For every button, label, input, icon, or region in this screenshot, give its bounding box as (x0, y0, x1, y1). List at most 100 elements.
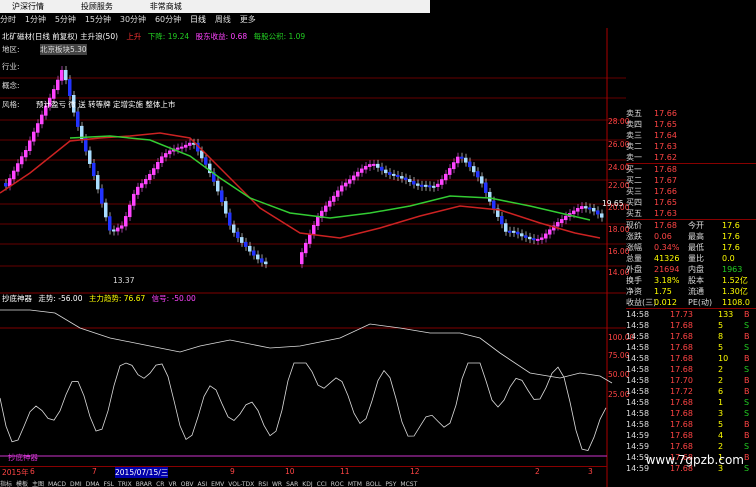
candle (492, 200, 496, 210)
quote-row: 买一 17.68 (626, 164, 756, 175)
candle (508, 230, 512, 233)
candle (324, 205, 328, 212)
tick-time: 14:58 (626, 398, 650, 407)
stat-value: 0.0 (722, 254, 735, 263)
stat-value: 17.6 (722, 243, 740, 252)
candle (216, 180, 220, 192)
candle (52, 89, 56, 99)
period-5min[interactable]: 5分钟 (55, 14, 76, 26)
bid-label: 买三 (626, 187, 642, 196)
indicator-tab[interactable]: FSL (104, 481, 115, 487)
indicator-tab[interactable]: CR (156, 481, 164, 487)
candle (252, 250, 256, 256)
quote-row: 14:58 17.68 10 B (626, 353, 756, 364)
tick-direction: S (744, 398, 750, 407)
candle (92, 162, 96, 177)
candle (488, 191, 492, 202)
tick-price: 17.68 (670, 365, 693, 374)
indicator-tab[interactable]: OBV (181, 481, 194, 487)
indicator-tab[interactable]: DMI (70, 481, 82, 487)
date-tick: 7 (92, 467, 97, 476)
candle (88, 150, 92, 164)
concept-label: 概念: (2, 81, 20, 90)
tick-volume: 10 (718, 354, 729, 363)
candle (392, 173, 396, 176)
menu-quotes[interactable]: 沪深行情 (12, 0, 44, 13)
stat-value: 0.34% (654, 243, 680, 252)
indicator-tab[interactable]: RSI (258, 481, 268, 487)
stat-value: 0.012 (654, 298, 677, 307)
indicator-tab[interactable]: DMA (86, 481, 100, 487)
ask-label: 卖三 (626, 131, 642, 140)
candle (600, 213, 604, 218)
indicator-tab[interactable]: KDJ (302, 481, 312, 487)
candle (56, 79, 60, 91)
period-more[interactable]: 更多 (240, 14, 256, 26)
candle (340, 185, 344, 192)
candle (596, 210, 600, 215)
quote-row: 14:58 17.70 2 B (626, 375, 756, 386)
period-daily[interactable]: 日线 (190, 14, 206, 26)
tick-time: 14:58 (626, 387, 650, 396)
period-15min[interactable]: 15分钟 (85, 14, 111, 26)
indicator-tab[interactable]: MTM (348, 481, 362, 487)
indicator-tab[interactable]: PSY (385, 481, 396, 487)
indicator-tab[interactable]: SAR (286, 481, 298, 487)
candle (468, 161, 472, 168)
tick-price: 17.68 (670, 431, 693, 440)
period-30min[interactable]: 30分钟 (120, 14, 146, 26)
candle (452, 162, 456, 170)
quote-row: 买三 17.66 (626, 186, 756, 197)
kline-chart[interactable] (0, 28, 626, 487)
quote-row: 收益(三) 0.012 PE(动) 1108.0 (626, 297, 756, 308)
period-weekly[interactable]: 周线 (215, 14, 231, 26)
indicator-tab[interactable]: VR (168, 481, 176, 487)
candle (64, 69, 68, 81)
candle (588, 207, 592, 210)
indicator-tab[interactable]: MCST (400, 481, 417, 487)
tick-direction: S (744, 343, 750, 352)
tick-direction: B (744, 332, 750, 341)
indicator-tab[interactable]: BRAR (136, 481, 152, 487)
candle (104, 202, 108, 218)
indicator-tab[interactable]: EMV (211, 481, 224, 487)
low-annotation: 13.37 (113, 276, 135, 285)
candle (380, 166, 384, 171)
period-60min[interactable]: 60分钟 (155, 14, 181, 26)
tick-time: 14:58 (626, 376, 650, 385)
indicator-tab[interactable]: ROC (331, 481, 344, 487)
candle (204, 157, 208, 165)
indicator-tab[interactable]: TRIX (118, 481, 132, 487)
top-menu-bar: 沪深行情 投顾服务 非常商城 (0, 0, 430, 13)
candle (404, 177, 408, 181)
period-1min[interactable]: 1分钟 (25, 14, 46, 26)
style-label: 风格: (2, 100, 20, 109)
menu-advisory[interactable]: 投顾服务 (81, 0, 113, 13)
indicator-tab[interactable]: 模板 (16, 481, 28, 487)
indicator-tab[interactable]: 指标 (0, 481, 12, 487)
indicator-tab[interactable]: MACD (48, 481, 66, 487)
stat-label: 总量 (626, 254, 642, 263)
candle (244, 241, 248, 247)
indicator-tab[interactable]: ASI (197, 481, 207, 487)
ask-price: 17.66 (654, 109, 677, 118)
menu-mall[interactable]: 非常商城 (150, 0, 182, 13)
tick-direction: B (744, 310, 750, 319)
candle (548, 229, 552, 235)
stat-label: 涨幅 (626, 243, 642, 252)
period-intraday[interactable]: 分时 (0, 14, 16, 26)
tick-volume: 5 (718, 343, 724, 352)
indicator-tab[interactable]: 主图 (32, 481, 44, 487)
ask-price: 17.62 (654, 153, 677, 162)
tick-direction: B (744, 453, 750, 462)
candle (148, 173, 152, 180)
ask-label: 卖二 (626, 142, 642, 151)
indicator-tab[interactable]: BOLL (366, 481, 381, 487)
tick-volume: 5 (718, 321, 724, 330)
tick-volume: 5 (718, 420, 724, 429)
candle (260, 258, 264, 263)
indicator-tab[interactable]: WR (272, 481, 282, 487)
tick-price: 17.68 (670, 343, 693, 352)
indicator-tab[interactable]: CCI (317, 481, 327, 487)
indicator-tab[interactable]: VOL-TDX (228, 481, 254, 487)
